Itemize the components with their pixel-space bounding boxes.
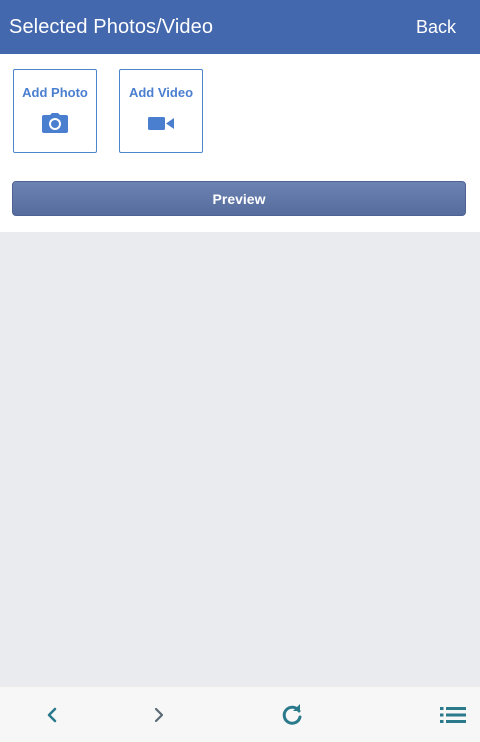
list-icon [440, 707, 466, 723]
back-button[interactable]: Back [416, 17, 456, 38]
chevron-left-icon [47, 707, 57, 723]
nav-back-button[interactable] [38, 701, 66, 729]
camera-icon [42, 113, 68, 133]
chevron-right-icon [154, 707, 164, 723]
nav-forward-button[interactable] [145, 701, 173, 729]
video-camera-icon [148, 117, 174, 130]
nav-menu-button[interactable] [439, 701, 467, 729]
add-video-label: Add Video [128, 85, 194, 100]
content-area [0, 232, 480, 686]
add-video-button[interactable]: Add Video [119, 69, 203, 153]
page-title: Selected Photos/Video [9, 15, 214, 38]
add-photo-button[interactable]: Add Photo [13, 69, 97, 153]
bottom-nav-bar [0, 686, 480, 742]
refresh-icon [282, 704, 302, 725]
preview-button[interactable]: Preview [12, 181, 466, 216]
app-window: Selected Photos/Video Back Add Photo Add… [0, 0, 480, 742]
add-photo-label: Add Photo [22, 85, 88, 100]
media-buttons: Add Photo Add Video [13, 69, 203, 153]
media-panel: Add Photo Add Video Preview [0, 54, 480, 232]
header-bar: Selected Photos/Video Back [0, 0, 480, 54]
nav-refresh-button[interactable] [278, 701, 306, 729]
